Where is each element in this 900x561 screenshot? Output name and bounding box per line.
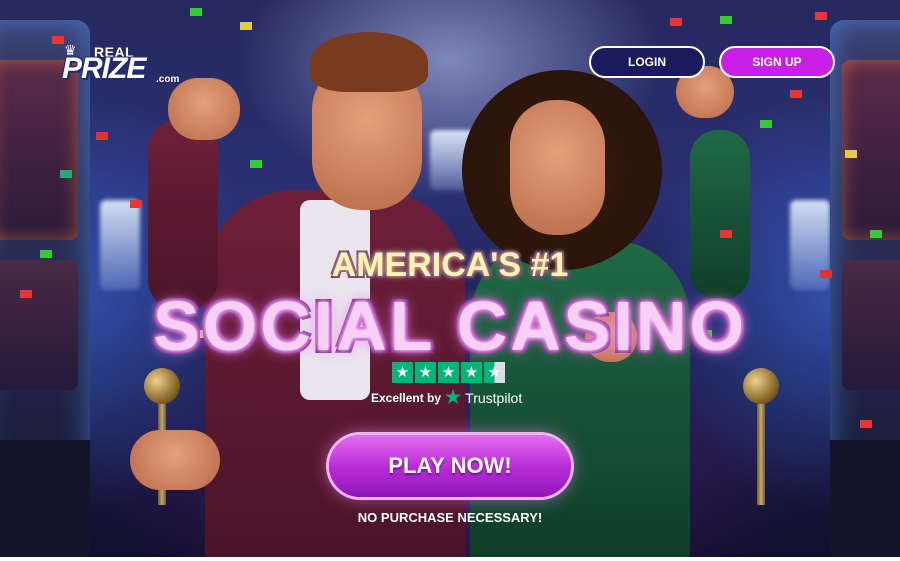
confetti (720, 230, 732, 238)
confetti (130, 200, 142, 208)
trustpilot-brand: Trustpilot (465, 389, 523, 406)
confetti (790, 90, 802, 98)
man-hand (130, 430, 220, 490)
confetti (860, 420, 872, 428)
site-logo[interactable]: ♛ REAL PRIZE .com (62, 40, 184, 92)
rating-star-icon: ★ (461, 362, 482, 383)
confetti (60, 170, 72, 178)
login-button[interactable]: LOGIN (589, 46, 705, 78)
rating-star-icon: ★ (415, 362, 436, 383)
confetti (815, 12, 827, 20)
hero-headline: SOCIAL CASINO (153, 287, 747, 365)
logo-big-text: PRIZE (62, 52, 146, 85)
confetti (190, 8, 202, 16)
confetti (96, 132, 108, 140)
woman-face (510, 100, 605, 235)
no-purchase-disclaimer: NO PURCHASE NECESSARY! (357, 510, 543, 525)
confetti (845, 150, 857, 158)
confetti (870, 230, 882, 238)
rating-star-icon: ★ (392, 362, 413, 383)
signup-button[interactable]: SIGN UP (719, 46, 835, 78)
confetti (670, 18, 682, 26)
confetti (250, 160, 262, 168)
rating-star-icon: ★ (438, 362, 459, 383)
confetti (240, 22, 252, 30)
trustpilot-rating-stars: ★ ★ ★ ★ ★ (392, 362, 505, 383)
hero-tagline: AMERICA'S #1 (331, 246, 569, 284)
confetti (720, 16, 732, 24)
slot-lever-knob-right (743, 368, 779, 404)
slot-lever-knob-left (144, 368, 180, 404)
rating-star-icon: ★ (484, 362, 505, 383)
hero-background: ♛ REAL PRIZE .com LOGIN SIGN UP AMERICA'… (0, 0, 900, 557)
man-hair (310, 32, 428, 92)
play-now-button[interactable]: PLAY NOW! (329, 435, 571, 497)
slot-base (0, 440, 90, 557)
confetti (760, 120, 772, 128)
slot-base (830, 440, 900, 557)
trustpilot-star-icon: ★ (445, 387, 462, 407)
logo-suffix: .com (156, 74, 180, 85)
trustpilot-badge[interactable]: Excellent by ★ Trustpilot (371, 387, 522, 408)
rating-text: Excellent by (371, 390, 442, 405)
